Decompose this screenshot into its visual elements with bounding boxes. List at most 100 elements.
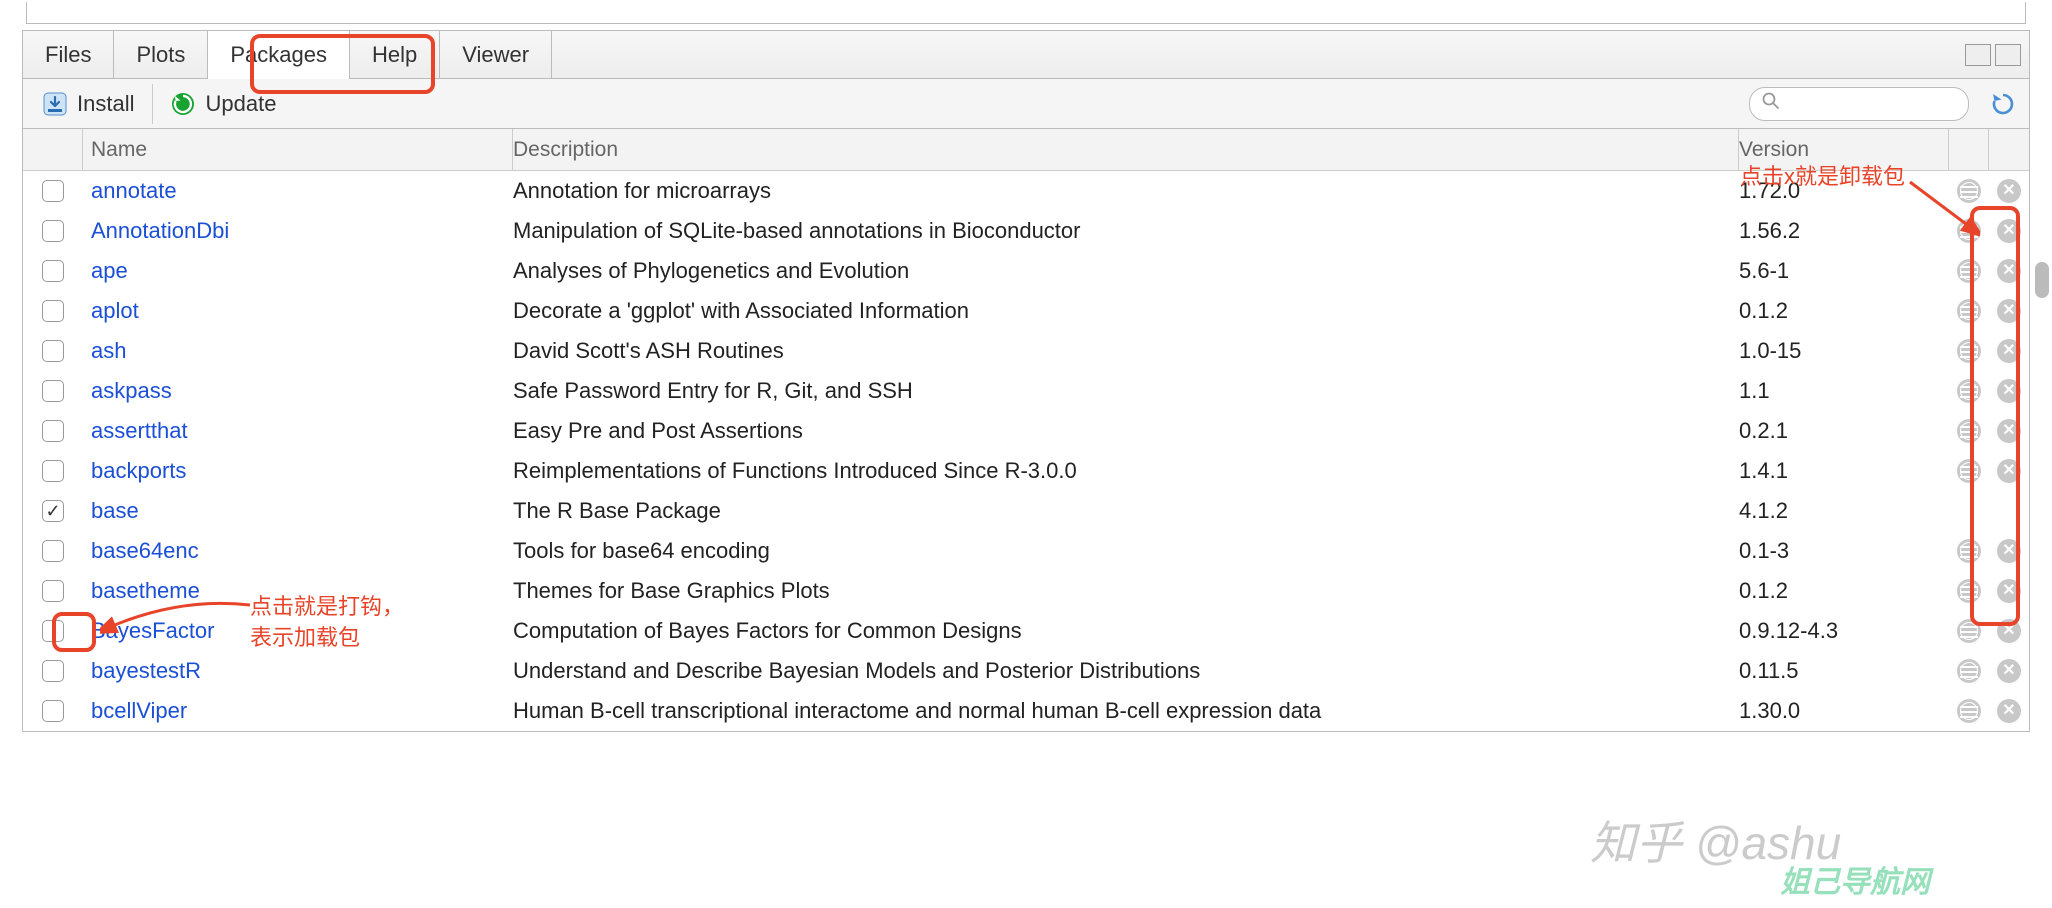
package-version: 0.1.2 [1739, 298, 1788, 323]
globe-icon[interactable] [1957, 379, 1981, 403]
load-package-checkbox[interactable] [42, 260, 64, 282]
console-remnant [26, 2, 2026, 24]
package-description: The R Base Package [513, 498, 721, 523]
globe-icon[interactable] [1957, 259, 1981, 283]
remove-package-icon[interactable]: ✕ [1997, 219, 2021, 243]
table-row: base64encTools for base64 encoding0.1-3✕ [23, 531, 2029, 571]
package-description: Easy Pre and Post Assertions [513, 418, 803, 443]
load-package-checkbox[interactable] [42, 180, 64, 202]
globe-icon[interactable] [1957, 339, 1981, 363]
package-version: 5.6-1 [1739, 258, 1789, 283]
globe-icon[interactable] [1957, 619, 1981, 643]
load-package-checkbox[interactable] [42, 220, 64, 242]
tab-packages[interactable]: Packages [208, 31, 350, 78]
tab-viewer[interactable]: Viewer [440, 31, 552, 78]
tab-plots[interactable]: Plots [114, 31, 208, 78]
package-name-link[interactable]: bayestestR [91, 658, 201, 683]
scrollbar-thumb[interactable] [2035, 262, 2049, 298]
package-name-link[interactable]: annotate [91, 178, 177, 203]
load-package-checkbox[interactable] [42, 300, 64, 322]
globe-icon[interactable] [1957, 539, 1981, 563]
packages-panel: Files Plots Packages Help Viewer Install… [22, 30, 2030, 732]
globe-icon[interactable] [1957, 299, 1981, 323]
table-row: askpass Safe Password Entry for R, Git, a… [23, 371, 2029, 411]
package-name-link[interactable]: basetheme [91, 578, 200, 603]
package-name-link[interactable]: assertthat [91, 418, 188, 443]
package-name-link[interactable]: backports [91, 458, 186, 483]
search-input[interactable] [1786, 93, 1956, 114]
search-box[interactable] [1749, 87, 1969, 121]
remove-package-icon[interactable]: ✕ [1997, 579, 2021, 603]
header-remove-col [1989, 129, 2029, 170]
globe-icon[interactable] [1957, 579, 1981, 603]
table-row: BayesFactorComputation of Bayes Factors … [23, 611, 2029, 651]
remove-package-icon[interactable]: ✕ [1997, 419, 2021, 443]
header-name[interactable]: Name [83, 129, 513, 170]
globe-icon[interactable] [1957, 459, 1981, 483]
update-label: Update [205, 91, 276, 117]
package-version: 1.0-15 [1739, 338, 1801, 363]
header-version[interactable]: Version [1739, 129, 1949, 170]
package-name-link[interactable]: base64enc [91, 538, 199, 563]
table-row: basethemeThemes for Base Graphics Plots0… [23, 571, 2029, 611]
package-name-link[interactable]: bcellViper [91, 698, 187, 723]
load-package-checkbox[interactable] [42, 500, 64, 522]
minimize-pane-button[interactable] [1965, 44, 1991, 66]
table-row: bcellViper Human B-cell transcriptional i… [23, 691, 2029, 731]
package-description: Safe Password Entry for R, Git, and SSH [513, 378, 913, 403]
load-package-checkbox[interactable] [42, 540, 64, 562]
table-row: baseThe R Base Package4.1.2 [23, 491, 2029, 531]
update-button[interactable]: Update [161, 84, 294, 124]
remove-package-icon[interactable]: ✕ [1997, 659, 2021, 683]
load-package-checkbox[interactable] [42, 460, 64, 482]
package-version: 0.9.12-4.3 [1739, 618, 1838, 643]
package-name-link[interactable]: ape [91, 258, 128, 283]
remove-package-icon[interactable]: ✕ [1997, 339, 2021, 363]
package-description: Tools for base64 encoding [513, 538, 770, 563]
remove-package-icon[interactable]: ✕ [1997, 539, 2021, 563]
package-name-link[interactable]: BayesFactor [91, 618, 215, 643]
tab-help[interactable]: Help [350, 31, 440, 78]
package-version: 1.56.2 [1739, 218, 1800, 243]
remove-package-icon[interactable]: ✕ [1997, 619, 2021, 643]
tab-files[interactable]: Files [23, 31, 114, 78]
globe-icon[interactable] [1957, 179, 1981, 203]
remove-package-icon[interactable]: ✕ [1997, 179, 2021, 203]
load-package-checkbox[interactable] [42, 700, 64, 722]
load-package-checkbox[interactable] [42, 620, 64, 642]
package-name-link[interactable]: AnnotationDbi [91, 218, 229, 243]
globe-icon[interactable] [1957, 219, 1981, 243]
globe-icon[interactable] [1957, 419, 1981, 443]
package-name-link[interactable]: askpass [91, 378, 172, 403]
package-description: Annotation for microarrays [513, 178, 771, 203]
package-version: 1.30.0 [1739, 698, 1800, 723]
load-package-checkbox[interactable] [42, 420, 64, 442]
load-package-checkbox[interactable] [42, 380, 64, 402]
package-description: Human B-cell transcriptional interactome… [513, 698, 1321, 723]
table-row: bayestestRUnderstand and Describe Bayesi… [23, 651, 2029, 691]
globe-icon[interactable] [1957, 699, 1981, 723]
remove-package-icon[interactable]: ✕ [1997, 379, 2021, 403]
update-icon [169, 90, 197, 118]
header-description[interactable]: Description [513, 129, 1739, 170]
table-row: assertthatEasy Pre and Post Assertions0.… [23, 411, 2029, 451]
refresh-button[interactable] [1987, 88, 2019, 120]
remove-package-icon[interactable]: ✕ [1997, 259, 2021, 283]
install-button[interactable]: Install [33, 84, 153, 124]
packages-table-body: annotateAnnotation for microarrays1.72.0… [23, 171, 2029, 731]
package-name-link[interactable]: aplot [91, 298, 139, 323]
load-package-checkbox[interactable] [42, 660, 64, 682]
package-name-link[interactable]: ash [91, 338, 126, 363]
globe-icon[interactable] [1957, 659, 1981, 683]
packages-table-header: Name Description Version [23, 129, 2029, 171]
remove-package-icon[interactable]: ✕ [1997, 459, 2021, 483]
maximize-pane-button[interactable] [1995, 44, 2021, 66]
load-package-checkbox[interactable] [42, 580, 64, 602]
package-version: 0.11.5 [1739, 658, 1799, 683]
remove-package-icon[interactable]: ✕ [1997, 299, 2021, 323]
table-row: AnnotationDbiManipulation of SQLite-base… [23, 211, 2029, 251]
watermark-nav: 姐己导航网 [1780, 857, 1930, 901]
remove-package-icon[interactable]: ✕ [1997, 699, 2021, 723]
package-name-link[interactable]: base [91, 498, 139, 523]
load-package-checkbox[interactable] [42, 340, 64, 362]
